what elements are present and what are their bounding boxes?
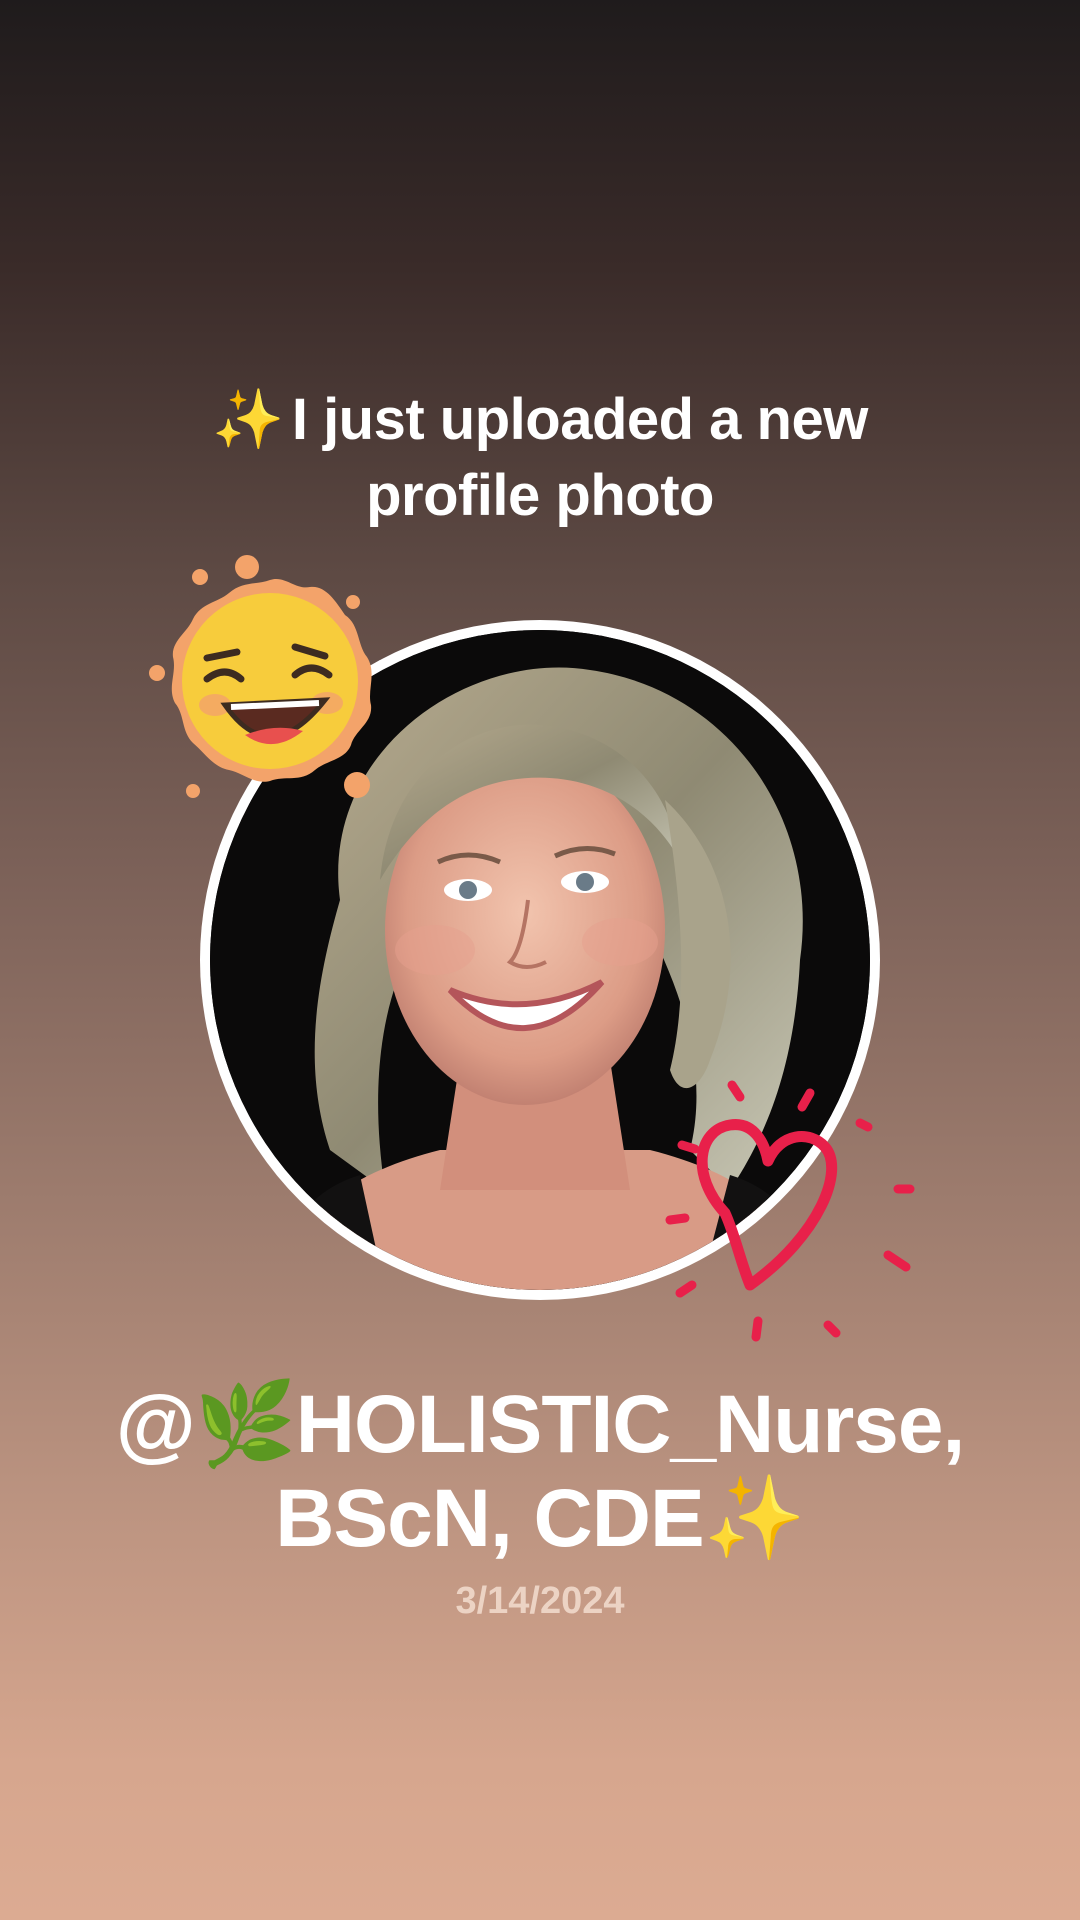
headline-text: I just uploaded a new profile photo	[291, 387, 869, 528]
handle-line-1: @🌿HOLISTIC_Nurse,	[115, 1379, 966, 1470]
headline: ✨ I just uploaded a new profile photo	[140, 382, 940, 534]
laughing-sun-icon	[145, 555, 395, 805]
sparkle-icon: ✨	[212, 387, 284, 452]
upload-date: 3/14/2024	[455, 1580, 625, 1622]
handle-line-2: BScN, CDE✨	[275, 1473, 806, 1564]
doodle-heart-icon	[660, 1075, 940, 1355]
profile-handle: @🌿HOLISTIC_Nurse, BScN, CDE✨	[90, 1378, 990, 1566]
